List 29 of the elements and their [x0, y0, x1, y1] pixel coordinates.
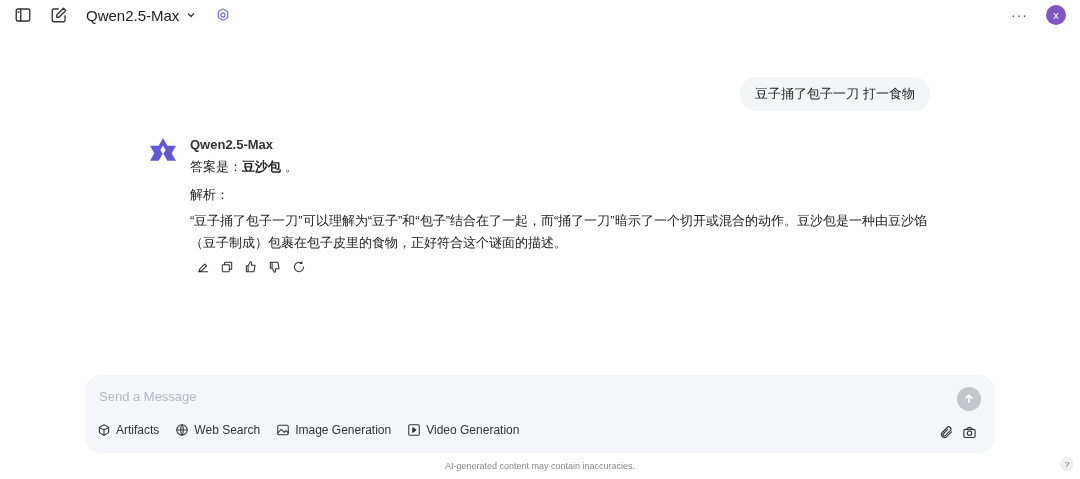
- answer-text: 答案是：豆沙包 。: [190, 158, 299, 176]
- star-logo-icon: [150, 137, 176, 163]
- paperclip-icon[interactable]: [939, 425, 954, 440]
- tool-button[interactable]: Image Generation: [276, 423, 392, 437]
- analysis-label: 解析：: [190, 186, 230, 204]
- message-field[interactable]: Send a Message Artifacts Web Search Image Generation Video Generation: [85, 375, 995, 453]
- assistant-name: Qwen2.5-Max: [190, 137, 275, 152]
- refresh-icon[interactable]: [292, 260, 306, 274]
- model-selector[interactable]: Qwen2.5-Max: [86, 6, 198, 24]
- user-message: 豆子捅了包子一刀 打一食物: [740, 77, 930, 111]
- image-icon[interactable]: [276, 423, 291, 437]
- cube-icon[interactable]: [97, 423, 111, 437]
- analysis-text: “豆子捅了包子一刀”可以理解为“豆子”和“包子”结合在了一起，而“捅了一刀”暗示了一个切开或混合的动作。豆沙包是一种由豆沙馅（豆子制成）包裹在包子皮里的食物，正好符合这个谜面的描述。: [190, 212, 928, 252]
- tool-button[interactable]: Video Generation: [407, 423, 520, 437]
- tool-button[interactable]: Web Search: [175, 423, 261, 437]
- globe-icon[interactable]: [175, 423, 190, 437]
- tool-button[interactable]: Artifacts: [97, 423, 160, 437]
- camera-icon[interactable]: [962, 425, 977, 440]
- thumbs-up-icon[interactable]: [244, 260, 258, 274]
- play-icon[interactable]: [407, 423, 422, 437]
- sidebar-icon[interactable]: [14, 6, 32, 24]
- copy-icon[interactable]: [220, 260, 234, 274]
- disclaimer-text: AI-generated content may contain inaccuracies.: [444, 461, 636, 471]
- more-menu[interactable]: ···: [1011, 7, 1028, 23]
- new-chat-icon[interactable]: [50, 6, 68, 24]
- user-avatar[interactable]: x: [1046, 5, 1066, 25]
- edit-icon[interactable]: [196, 260, 210, 274]
- help-button[interactable]: ?: [1060, 457, 1074, 471]
- thumbs-down-icon[interactable]: [268, 260, 282, 274]
